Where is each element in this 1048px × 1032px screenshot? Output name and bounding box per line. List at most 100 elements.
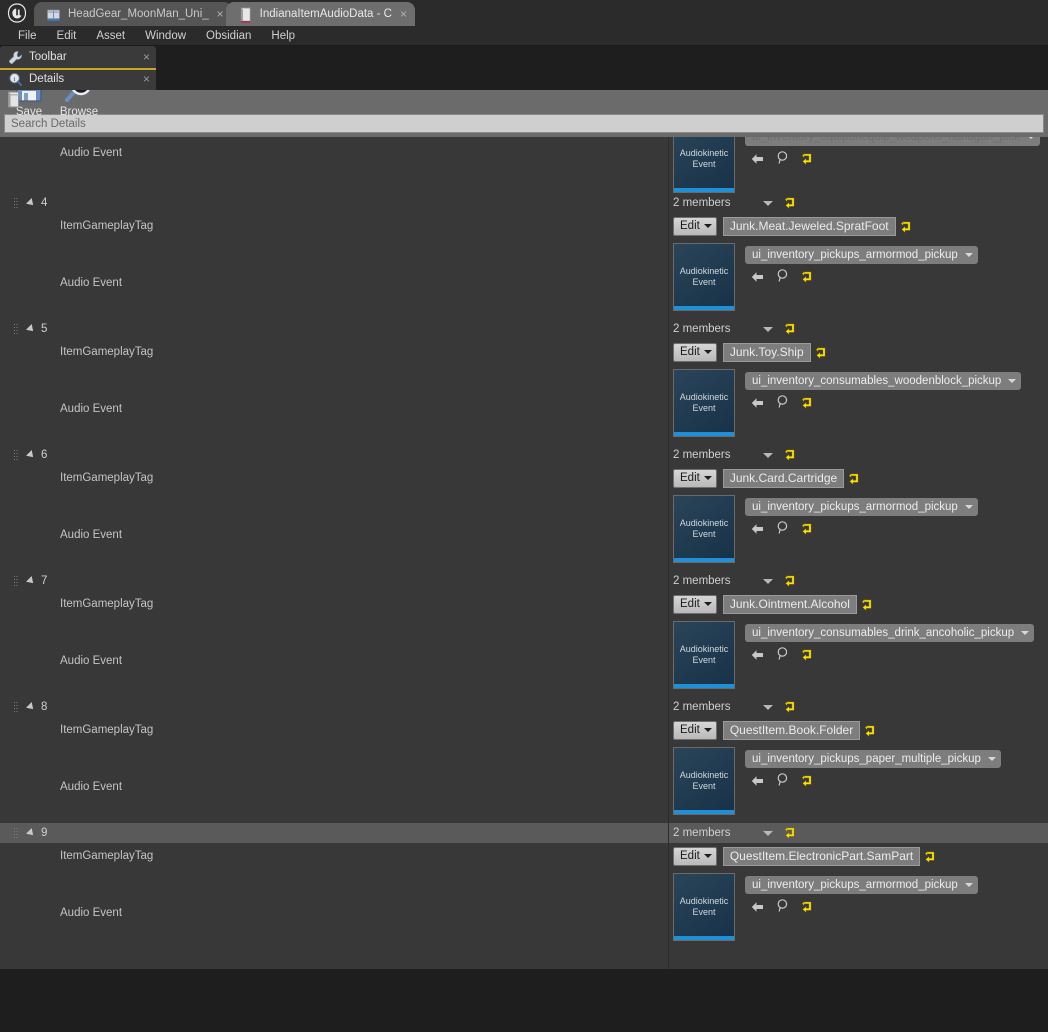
menu-item-asset[interactable]: Asset bbox=[86, 26, 135, 46]
audio-event-combo[interactable]: ui_inventory_pickups_paper_multiple_pick… bbox=[745, 750, 1001, 768]
reset-arrow-icon[interactable] bbox=[802, 648, 813, 660]
reset-arrow-icon[interactable] bbox=[785, 197, 796, 209]
reset-arrow-icon[interactable] bbox=[925, 850, 936, 862]
audio-event-combo[interactable]: ui_inventory_pickups_armormod_pickup bbox=[745, 246, 978, 264]
chevron-down-icon[interactable] bbox=[763, 831, 773, 836]
close-icon[interactable]: × bbox=[400, 8, 407, 20]
menu-item-file[interactable]: File bbox=[8, 26, 47, 46]
menu-item-obsidian[interactable]: Obsidian bbox=[196, 26, 261, 46]
reset-arrow-icon[interactable] bbox=[865, 724, 876, 736]
use-selected-arrow-icon[interactable] bbox=[751, 396, 764, 408]
reset-arrow-icon[interactable] bbox=[862, 598, 873, 610]
chevron-down-icon[interactable] bbox=[763, 453, 773, 458]
asset-thumbnail[interactable]: AudiokineticEvent bbox=[673, 873, 735, 941]
use-selected-arrow-icon[interactable] bbox=[751, 522, 764, 534]
use-selected-arrow-icon[interactable] bbox=[751, 152, 764, 164]
array-element-header[interactable]: 82 members bbox=[0, 697, 1048, 717]
audio-event-combo[interactable]: ui_inventory_consumables_woodenblock_pic… bbox=[745, 372, 1021, 390]
edit-tag-button[interactable]: Edit bbox=[673, 595, 717, 614]
close-icon[interactable]: × bbox=[143, 50, 150, 64]
close-icon[interactable]: × bbox=[217, 8, 224, 20]
audio-event-combo[interactable]: ui_inventory_pickups_armormod_pickup bbox=[745, 876, 978, 894]
gameplay-tag-value[interactable]: QuestItem.Book.Folder bbox=[723, 721, 860, 740]
array-element-header[interactable]: 62 members bbox=[0, 445, 1048, 465]
use-selected-arrow-icon[interactable] bbox=[751, 270, 764, 282]
edit-tag-button[interactable]: Edit bbox=[673, 847, 717, 866]
browse-magnifier-icon[interactable] bbox=[777, 395, 789, 408]
reset-arrow-icon[interactable] bbox=[816, 346, 827, 358]
browse-magnifier-icon[interactable] bbox=[777, 151, 789, 164]
search-input[interactable] bbox=[11, 118, 1037, 130]
reset-arrow-icon[interactable] bbox=[849, 472, 860, 484]
datatable-asset-icon[interactable] bbox=[6, 91, 21, 114]
audio-event-combo[interactable]: ui_inventory_consumables_drink_ancoholic… bbox=[745, 624, 1034, 642]
reset-arrow-icon[interactable] bbox=[802, 270, 813, 282]
reset-arrow-icon[interactable] bbox=[802, 396, 813, 408]
reset-arrow-icon[interactable] bbox=[785, 449, 796, 461]
drag-handle-icon[interactable] bbox=[14, 702, 17, 713]
reset-arrow-icon[interactable] bbox=[802, 522, 813, 534]
array-element-header[interactable]: 72 members bbox=[0, 571, 1048, 591]
chevron-down-icon[interactable] bbox=[763, 327, 773, 332]
array-element-header[interactable]: 52 members bbox=[0, 319, 1048, 339]
column-splitter[interactable] bbox=[668, 137, 669, 969]
array-element-header[interactable]: 92 members bbox=[0, 823, 1048, 843]
reset-arrow-icon[interactable] bbox=[785, 827, 796, 839]
edit-tag-button[interactable]: Edit bbox=[673, 469, 717, 488]
chevron-down-icon[interactable] bbox=[763, 201, 773, 206]
edit-tag-button[interactable]: Edit bbox=[673, 343, 717, 362]
menu-item-window[interactable]: Window bbox=[135, 26, 196, 46]
expand-triangle-icon[interactable] bbox=[26, 324, 36, 334]
chevron-down-icon[interactable] bbox=[763, 705, 773, 710]
reset-arrow-icon[interactable] bbox=[901, 220, 912, 232]
asset-tab-1[interactable]: IndianaItemAudioData - C× bbox=[226, 2, 415, 26]
use-selected-arrow-icon[interactable] bbox=[751, 900, 764, 912]
drag-handle-icon[interactable] bbox=[14, 324, 17, 335]
property-tree[interactable]: Audio EventAudiokineticEventui_inventory… bbox=[0, 137, 1048, 969]
expand-triangle-icon[interactable] bbox=[26, 450, 36, 460]
menu-item-help[interactable]: Help bbox=[261, 26, 305, 46]
expand-triangle-icon[interactable] bbox=[26, 198, 36, 208]
browse-magnifier-icon[interactable] bbox=[777, 899, 789, 912]
use-selected-arrow-icon[interactable] bbox=[751, 774, 764, 786]
asset-thumbnail[interactable]: AudiokineticEvent bbox=[673, 369, 735, 437]
gameplay-tag-value[interactable]: Junk.Toy.Ship bbox=[723, 343, 811, 362]
reset-arrow-icon[interactable] bbox=[785, 701, 796, 713]
drag-handle-icon[interactable] bbox=[14, 198, 17, 209]
expand-triangle-icon[interactable] bbox=[26, 702, 36, 712]
gameplay-tag-value[interactable]: QuestItem.ElectronicPart.SamPart bbox=[723, 847, 920, 866]
audio-event-combo[interactable]: ui_inventory_equipunequip_weapons_handgu… bbox=[745, 137, 1040, 146]
asset-thumbnail[interactable]: AudiokineticEvent bbox=[673, 495, 735, 563]
drag-handle-icon[interactable] bbox=[14, 450, 17, 461]
array-element-header[interactable]: 42 members bbox=[0, 193, 1048, 213]
audio-event-combo[interactable]: ui_inventory_pickups_armormod_pickup bbox=[745, 498, 978, 516]
browse-magnifier-icon[interactable] bbox=[777, 269, 789, 282]
asset-thumbnail[interactable]: AudiokineticEvent bbox=[673, 243, 735, 311]
menu-item-edit[interactable]: Edit bbox=[47, 26, 87, 46]
use-selected-arrow-icon[interactable] bbox=[751, 648, 764, 660]
drag-handle-icon[interactable] bbox=[14, 576, 17, 587]
drag-handle-icon[interactable] bbox=[14, 828, 17, 839]
gameplay-tag-value[interactable]: Junk.Meat.Jeweled.SpratFoot bbox=[723, 217, 896, 236]
asset-thumbnail[interactable]: AudiokineticEvent bbox=[673, 137, 735, 193]
asset-thumbnail[interactable]: AudiokineticEvent bbox=[673, 747, 735, 815]
reset-arrow-icon[interactable] bbox=[802, 152, 813, 164]
reset-arrow-icon[interactable] bbox=[785, 575, 796, 587]
browse-magnifier-icon[interactable] bbox=[777, 521, 789, 534]
reset-arrow-icon[interactable] bbox=[802, 774, 813, 786]
expand-triangle-icon[interactable] bbox=[26, 828, 36, 838]
reset-arrow-icon[interactable] bbox=[785, 323, 796, 335]
details-panel-tab[interactable]: i Details × bbox=[0, 68, 156, 90]
chevron-down-icon[interactable] bbox=[763, 579, 773, 584]
asset-thumbnail[interactable]: AudiokineticEvent bbox=[673, 621, 735, 689]
reset-arrow-icon[interactable] bbox=[802, 900, 813, 912]
gameplay-tag-value[interactable]: Junk.Ointment.Alcohol bbox=[723, 595, 857, 614]
close-icon[interactable]: × bbox=[143, 72, 150, 86]
expand-triangle-icon[interactable] bbox=[26, 576, 36, 586]
asset-tab-0[interactable]: HeadGear_MoonMan_Uni_× bbox=[34, 2, 232, 26]
search-details-field[interactable] bbox=[4, 114, 1044, 133]
browse-magnifier-icon[interactable] bbox=[777, 773, 789, 786]
edit-tag-button[interactable]: Edit bbox=[673, 721, 717, 740]
browse-magnifier-icon[interactable] bbox=[777, 647, 789, 660]
gameplay-tag-value[interactable]: Junk.Card.Cartridge bbox=[723, 469, 844, 488]
